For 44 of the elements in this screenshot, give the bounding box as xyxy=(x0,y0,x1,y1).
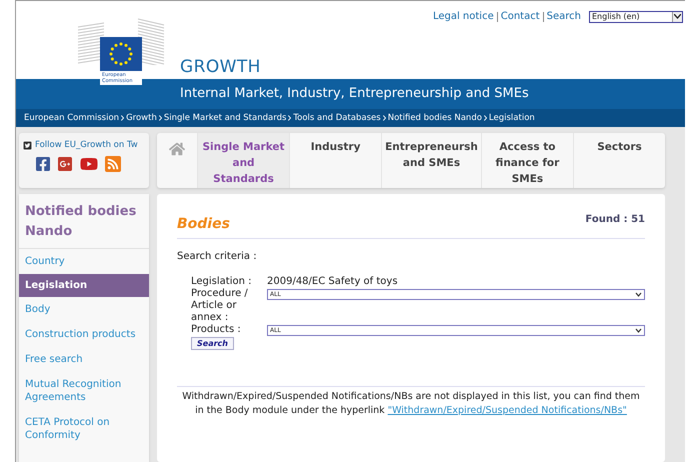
top-link[interactable]: Contact xyxy=(500,9,540,24)
top-link[interactable]: Search xyxy=(546,9,581,24)
found-count: Found : 51 xyxy=(585,213,645,227)
nav-tab[interactable]: Single Market and Standards xyxy=(197,133,290,188)
language-select[interactable]: English (en) xyxy=(589,10,683,22)
chevron-icon xyxy=(158,115,162,121)
nav-tab[interactable]: Sectors xyxy=(572,133,666,188)
facebook-icon[interactable] xyxy=(35,156,51,172)
follow-link[interactable]: Follow EU_Growth on Tw xyxy=(35,139,138,152)
caret-icon xyxy=(634,326,643,334)
eu-flag-icon xyxy=(100,37,142,71)
chevron-icon xyxy=(382,115,386,121)
criteria-label: Search criteria : xyxy=(177,250,258,264)
nav-tab[interactable]: Access to finance for SMEs xyxy=(480,133,573,188)
sidebar-item[interactable]: Legislation xyxy=(19,274,149,297)
caret-icon xyxy=(672,12,682,22)
nav-tab[interactable]: Industry xyxy=(289,133,382,188)
field-label: Legislation : xyxy=(191,276,252,288)
field-value: 2009/48/EC Safety of toys xyxy=(267,276,398,288)
rss-icon[interactable] xyxy=(105,156,121,172)
breadcrumb-link[interactable]: Tools and Databases xyxy=(293,112,381,124)
search-button[interactable]: Search xyxy=(191,337,234,350)
field-label: Products : xyxy=(191,324,242,336)
chevron-icon xyxy=(121,115,124,121)
google-plus-icon[interactable] xyxy=(57,156,73,172)
chevron-icon xyxy=(484,115,487,121)
caret-icon xyxy=(634,290,643,298)
notice-text: Withdrawn/Expired/Suspended Notifications/NBs are not displayed in this list, you can find them in the Body module under the hyperlink "Withdrawn/Expired/Suspended Notifications/NBs" xyxy=(181,390,641,418)
nav-tab[interactable]: Entrepreneursh and SMEs xyxy=(381,133,481,188)
top-link[interactable]: Legal notice xyxy=(432,9,494,24)
youtube-icon[interactable] xyxy=(79,156,99,172)
field-label: Procedure / Article or annex : xyxy=(191,288,249,324)
chevron-icon xyxy=(288,115,292,121)
site-title: GROWTH xyxy=(180,57,261,77)
sidebar-title: Notified bodies Nando xyxy=(19,194,149,249)
site-subtitle: Internal Market, Industry, Entrepreneurship and SMEs xyxy=(180,85,529,104)
breadcrumb-link[interactable]: Legislation xyxy=(488,112,535,124)
withdrawn-link[interactable]: "Withdrawn/Expired/Suspended Notifications/NBs" xyxy=(388,405,627,416)
breadcrumb-link[interactable]: Growth xyxy=(126,112,157,124)
twitter-icon[interactable] xyxy=(23,140,32,150)
breadcrumb-link[interactable]: Single Market and Standards xyxy=(164,112,286,124)
breadcrumb-link[interactable]: Notified bodies Nando xyxy=(388,112,482,124)
section-heading: Bodies xyxy=(177,215,230,234)
breadcrumb-link[interactable]: European Commission xyxy=(24,112,120,124)
